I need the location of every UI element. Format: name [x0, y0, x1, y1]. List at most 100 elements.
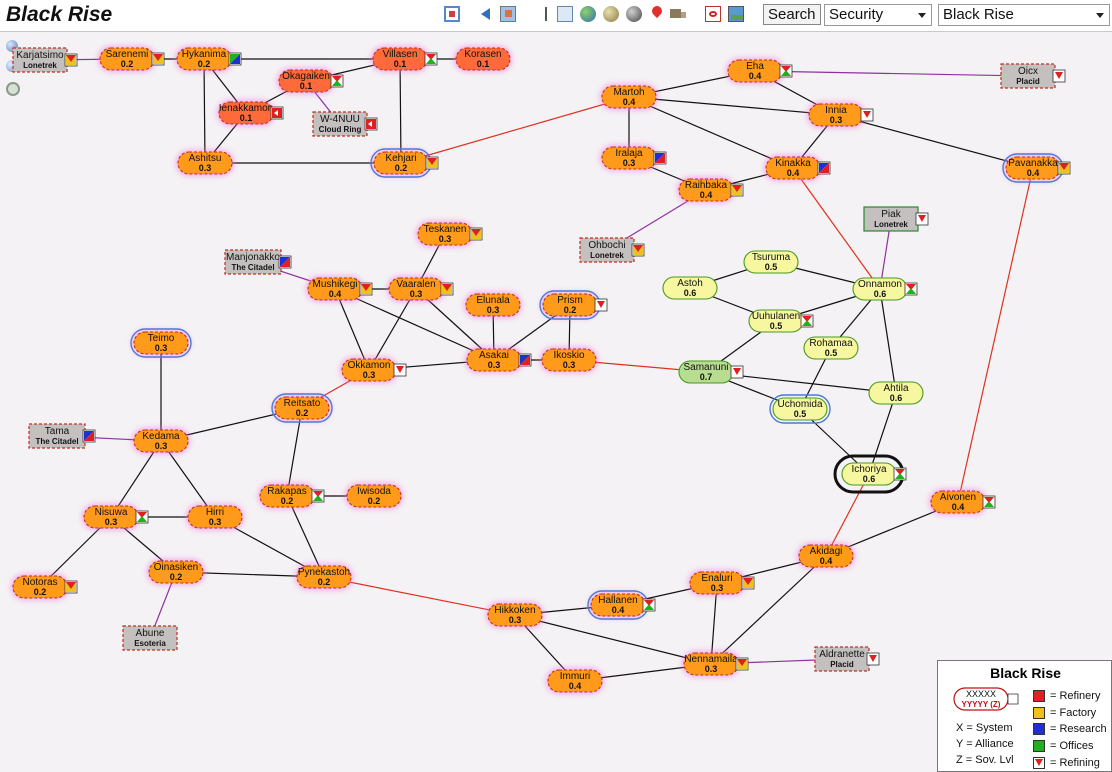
system-node-kedama[interactable]: Kedama0.3 — [132, 428, 190, 454]
system-node-ikoskio[interactable]: Ikoskio0.3 — [540, 347, 598, 373]
system-node-rakapas[interactable]: Rakapas0.2 — [258, 483, 325, 509]
system-node-pavanakka[interactable]: Pavanakka0.4 — [1002, 153, 1071, 183]
system-node-manjonakko[interactable]: ManjonakkoThe Citadel — [224, 249, 292, 275]
station-service-icon — [440, 282, 454, 296]
station-service-icon — [741, 576, 755, 590]
back-icon[interactable] — [478, 6, 494, 22]
system-node-tsuruma[interactable]: Tsuruma0.5 — [743, 250, 799, 274]
system-node-onnamon[interactable]: Onnamon0.6 — [852, 277, 918, 301]
system-node-sarenemi[interactable]: Sarenemi0.2 — [98, 46, 165, 72]
research-icon — [1033, 723, 1045, 735]
system-node-teskanen[interactable]: Teskanen0.3 — [416, 221, 483, 247]
station-service-icon — [330, 74, 344, 88]
system-node-piak[interactable]: PiakLonetrek — [863, 206, 929, 232]
station-service-icon — [730, 183, 744, 197]
system-security: 0.4 — [623, 97, 636, 107]
system-node-tama[interactable]: TamaThe Citadel — [28, 423, 96, 449]
jump-connection — [399, 58, 402, 164]
system-security: 0.2 — [121, 59, 134, 69]
station-service-icon — [364, 117, 378, 131]
view-mode-select[interactable]: Security — [824, 4, 932, 26]
system-node-aldranette[interactable]: AldranettePlacid — [814, 646, 880, 672]
system-node-uuhulanen[interactable]: Uuhulanen0.5 — [748, 309, 814, 333]
system-security: 0.6 — [684, 288, 697, 298]
system-security: 0.5 — [794, 409, 807, 419]
legend-key-system: X = System — [956, 722, 1013, 734]
system-node-ichoriya[interactable]: Ichoriya0.6 — [833, 454, 907, 494]
location-pin-icon[interactable] — [649, 3, 665, 22]
system-node-iwisoda[interactable]: Iwisoda0.2 — [345, 483, 403, 509]
system-node-rohamaa[interactable]: Rohamaa0.5 — [803, 336, 859, 360]
system-node-nennamaila[interactable]: Nennamaila0.3 — [682, 651, 749, 677]
top-toolbar: Black Rise Search Security Black Rise — [0, 0, 1112, 32]
system-node-elunala[interactable]: Elunala0.3 — [464, 292, 522, 318]
system-node-hallanen[interactable]: Hallanen0.4 — [587, 590, 656, 620]
pdf-icon[interactable] — [705, 6, 721, 22]
system-node-oicx[interactable]: OicxPlacid — [1000, 63, 1066, 89]
system-node-reitsato[interactable]: Reitsato0.2 — [271, 393, 333, 423]
station-service-icon — [915, 212, 929, 226]
station-service-icon — [653, 151, 667, 165]
system-node-eha[interactable]: Eha0.4 — [726, 58, 793, 84]
system-security: 0.3 — [199, 163, 212, 173]
system-node-iralaja[interactable]: Iralaja0.3 — [600, 145, 667, 171]
system-node-pynekastoh[interactable]: Pynekastoh0.2 — [295, 564, 353, 590]
system-node-w4nuu[interactable]: W-4NUUCloud Ring — [312, 111, 378, 137]
system-node-okkamon[interactable]: Okkamon0.3 — [340, 357, 407, 383]
gallery-icon[interactable] — [500, 6, 516, 22]
system-node-enaluri[interactable]: Enaluri0.3 — [688, 570, 755, 596]
system-node-abune[interactable]: AbuneEsoteria — [122, 625, 178, 651]
system-node-martoh[interactable]: Martoh0.4 — [600, 84, 658, 110]
system-node-korasen[interactable]: Korasen0.1 — [454, 46, 512, 72]
system-security: 0.4 — [569, 681, 582, 691]
system-node-uchomida[interactable]: Uchomida0.5 — [769, 394, 831, 424]
system-node-ienakkamon[interactable]: Ienakkamon0.1 — [217, 100, 284, 126]
legend-sample-sub: YYYYY (Z) — [962, 700, 1001, 709]
factory-icon — [1033, 707, 1045, 719]
system-node-raihbaka[interactable]: Raihbaka0.4 — [677, 177, 744, 203]
system-security: 0.4 — [329, 289, 342, 299]
station-service-icon — [518, 353, 532, 367]
system-region: Lonetrek — [23, 61, 57, 70]
search-button[interactable]: Search — [763, 4, 821, 25]
system-node-hirri[interactable]: Hirri0.3 — [186, 504, 244, 530]
system-node-prism[interactable]: Prism0.2 — [539, 290, 608, 320]
system-node-oinasiken[interactable]: Oinasiken0.2 — [147, 559, 205, 585]
system-node-kinakka[interactable]: Kinakka0.4 — [764, 155, 831, 181]
system-security: 0.1 — [394, 59, 407, 69]
region-select[interactable]: Black Rise — [938, 4, 1110, 26]
globe-icon[interactable] — [580, 6, 596, 22]
system-node-vaaralen[interactable]: Vaaralen0.3 — [387, 276, 454, 302]
system-node-akidagi[interactable]: Akidagi0.4 — [797, 543, 855, 569]
system-node-notoras[interactable]: Notoras0.2 — [11, 574, 78, 600]
system-node-samanuni[interactable]: Samanuni0.7 — [678, 360, 744, 384]
truck-icon[interactable] — [670, 6, 686, 22]
system-node-aivonen[interactable]: Aivonen0.4 — [929, 489, 996, 515]
system-node-ahtila[interactable]: Ahtila0.6 — [868, 381, 924, 405]
moon-icon[interactable] — [603, 6, 619, 22]
system-node-teimo[interactable]: Teimo0.3 — [130, 328, 192, 358]
system-node-villasen[interactable]: Villasen0.1 — [371, 46, 438, 72]
system-node-hykanima[interactable]: Hykanima0.2 — [175, 46, 242, 72]
picture-icon[interactable] — [728, 6, 744, 22]
planet-icon[interactable] — [626, 6, 642, 22]
system-node-kehjari[interactable]: Kehjari0.2 — [370, 148, 439, 178]
legend-refinery-label: = Refinery — [1050, 690, 1101, 702]
table-icon[interactable] — [557, 6, 573, 22]
system-node-nisuwa[interactable]: Nisuwa0.3 — [82, 504, 149, 530]
map-icon[interactable] — [444, 6, 460, 22]
station-service-icon — [1052, 69, 1066, 83]
system-node-okagaiken[interactable]: Okagaiken0.1 — [277, 68, 344, 94]
station-service-icon — [135, 510, 149, 524]
jump-connection — [754, 70, 1029, 77]
system-node-astoh[interactable]: Astoh0.6 — [662, 276, 718, 300]
system-node-ashitsu[interactable]: Ashitsu0.3 — [176, 150, 234, 176]
system-node-asakai[interactable]: Asakai0.3 — [465, 347, 532, 373]
system-node-immuri[interactable]: Immuri0.4 — [546, 668, 604, 694]
station-service-icon — [735, 657, 749, 671]
system-node-ohbochi[interactable]: OhbochiLonetrek — [579, 237, 645, 263]
system-node-hikkoken[interactable]: Hikkoken0.3 — [486, 602, 544, 628]
system-node-mushikegi[interactable]: Mushikegi0.4 — [306, 276, 373, 302]
system-node-innia[interactable]: Innia0.3 — [807, 102, 874, 128]
system-node-karjatsimo[interactable]: KarjatsimoLonetrek — [12, 47, 78, 73]
